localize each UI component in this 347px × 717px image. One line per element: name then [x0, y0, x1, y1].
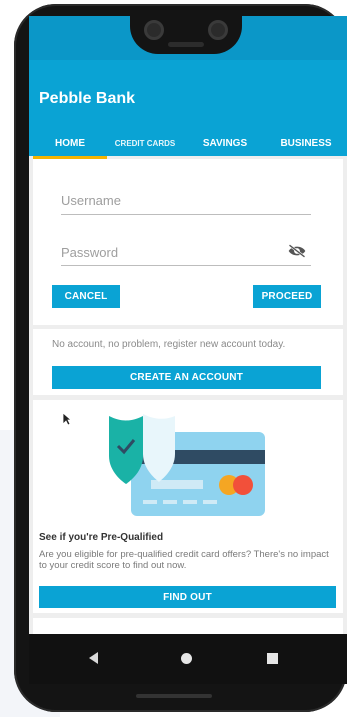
camera-icon [144, 20, 164, 40]
password-input[interactable]: Password [61, 245, 118, 260]
register-card: No account, no problem, register new acc… [33, 329, 343, 395]
camera-icon [208, 20, 228, 40]
speaker-grille [168, 42, 204, 47]
tab-bar: HOME CREDIT CARDS SAVINGS BUSINESS [29, 130, 347, 156]
phone-screen: Pebble Bank HOME CREDIT CARDS SAVINGS BU… [29, 16, 347, 684]
register-message: No account, no problem, register new acc… [52, 339, 286, 350]
find-out-button[interactable]: FIND OUT [39, 586, 336, 608]
username-underline [61, 214, 311, 215]
mouse-cursor-icon [62, 412, 72, 426]
tab-credit-cards[interactable]: CREDIT CARDS [113, 130, 177, 156]
app-title: Pebble Bank [39, 90, 136, 107]
proceed-button[interactable]: PROCEED [253, 285, 321, 308]
tab-home[interactable]: HOME [33, 130, 107, 156]
promo-body: Are you eligible for pre-qualified credi… [39, 549, 329, 571]
credit-card-illustration [109, 414, 265, 516]
back-icon[interactable] [89, 652, 98, 664]
promo-title: See if you're Pre-Qualified [39, 532, 164, 543]
password-underline [61, 265, 311, 266]
promo-card: See if you're Pre-Qualified Are you elig… [33, 400, 343, 613]
app-bar: Pebble Bank HOME CREDIT CARDS SAVINGS BU… [29, 60, 347, 156]
recent-apps-icon[interactable] [267, 653, 278, 664]
create-account-button[interactable]: CREATE AN ACCOUNT [52, 366, 321, 389]
eye-off-icon[interactable] [287, 244, 307, 258]
cancel-button[interactable]: CANCEL [52, 285, 120, 308]
phone-notch [130, 6, 242, 54]
tab-business[interactable]: BUSINESS [267, 130, 345, 156]
username-input[interactable]: Username [61, 193, 121, 208]
tab-savings[interactable]: SAVINGS [189, 130, 261, 156]
home-icon[interactable] [181, 653, 192, 664]
login-card: Username Password CANCEL PROCEED [33, 159, 343, 325]
system-nav-bar [29, 634, 347, 684]
phone-chin-bar [136, 694, 212, 698]
